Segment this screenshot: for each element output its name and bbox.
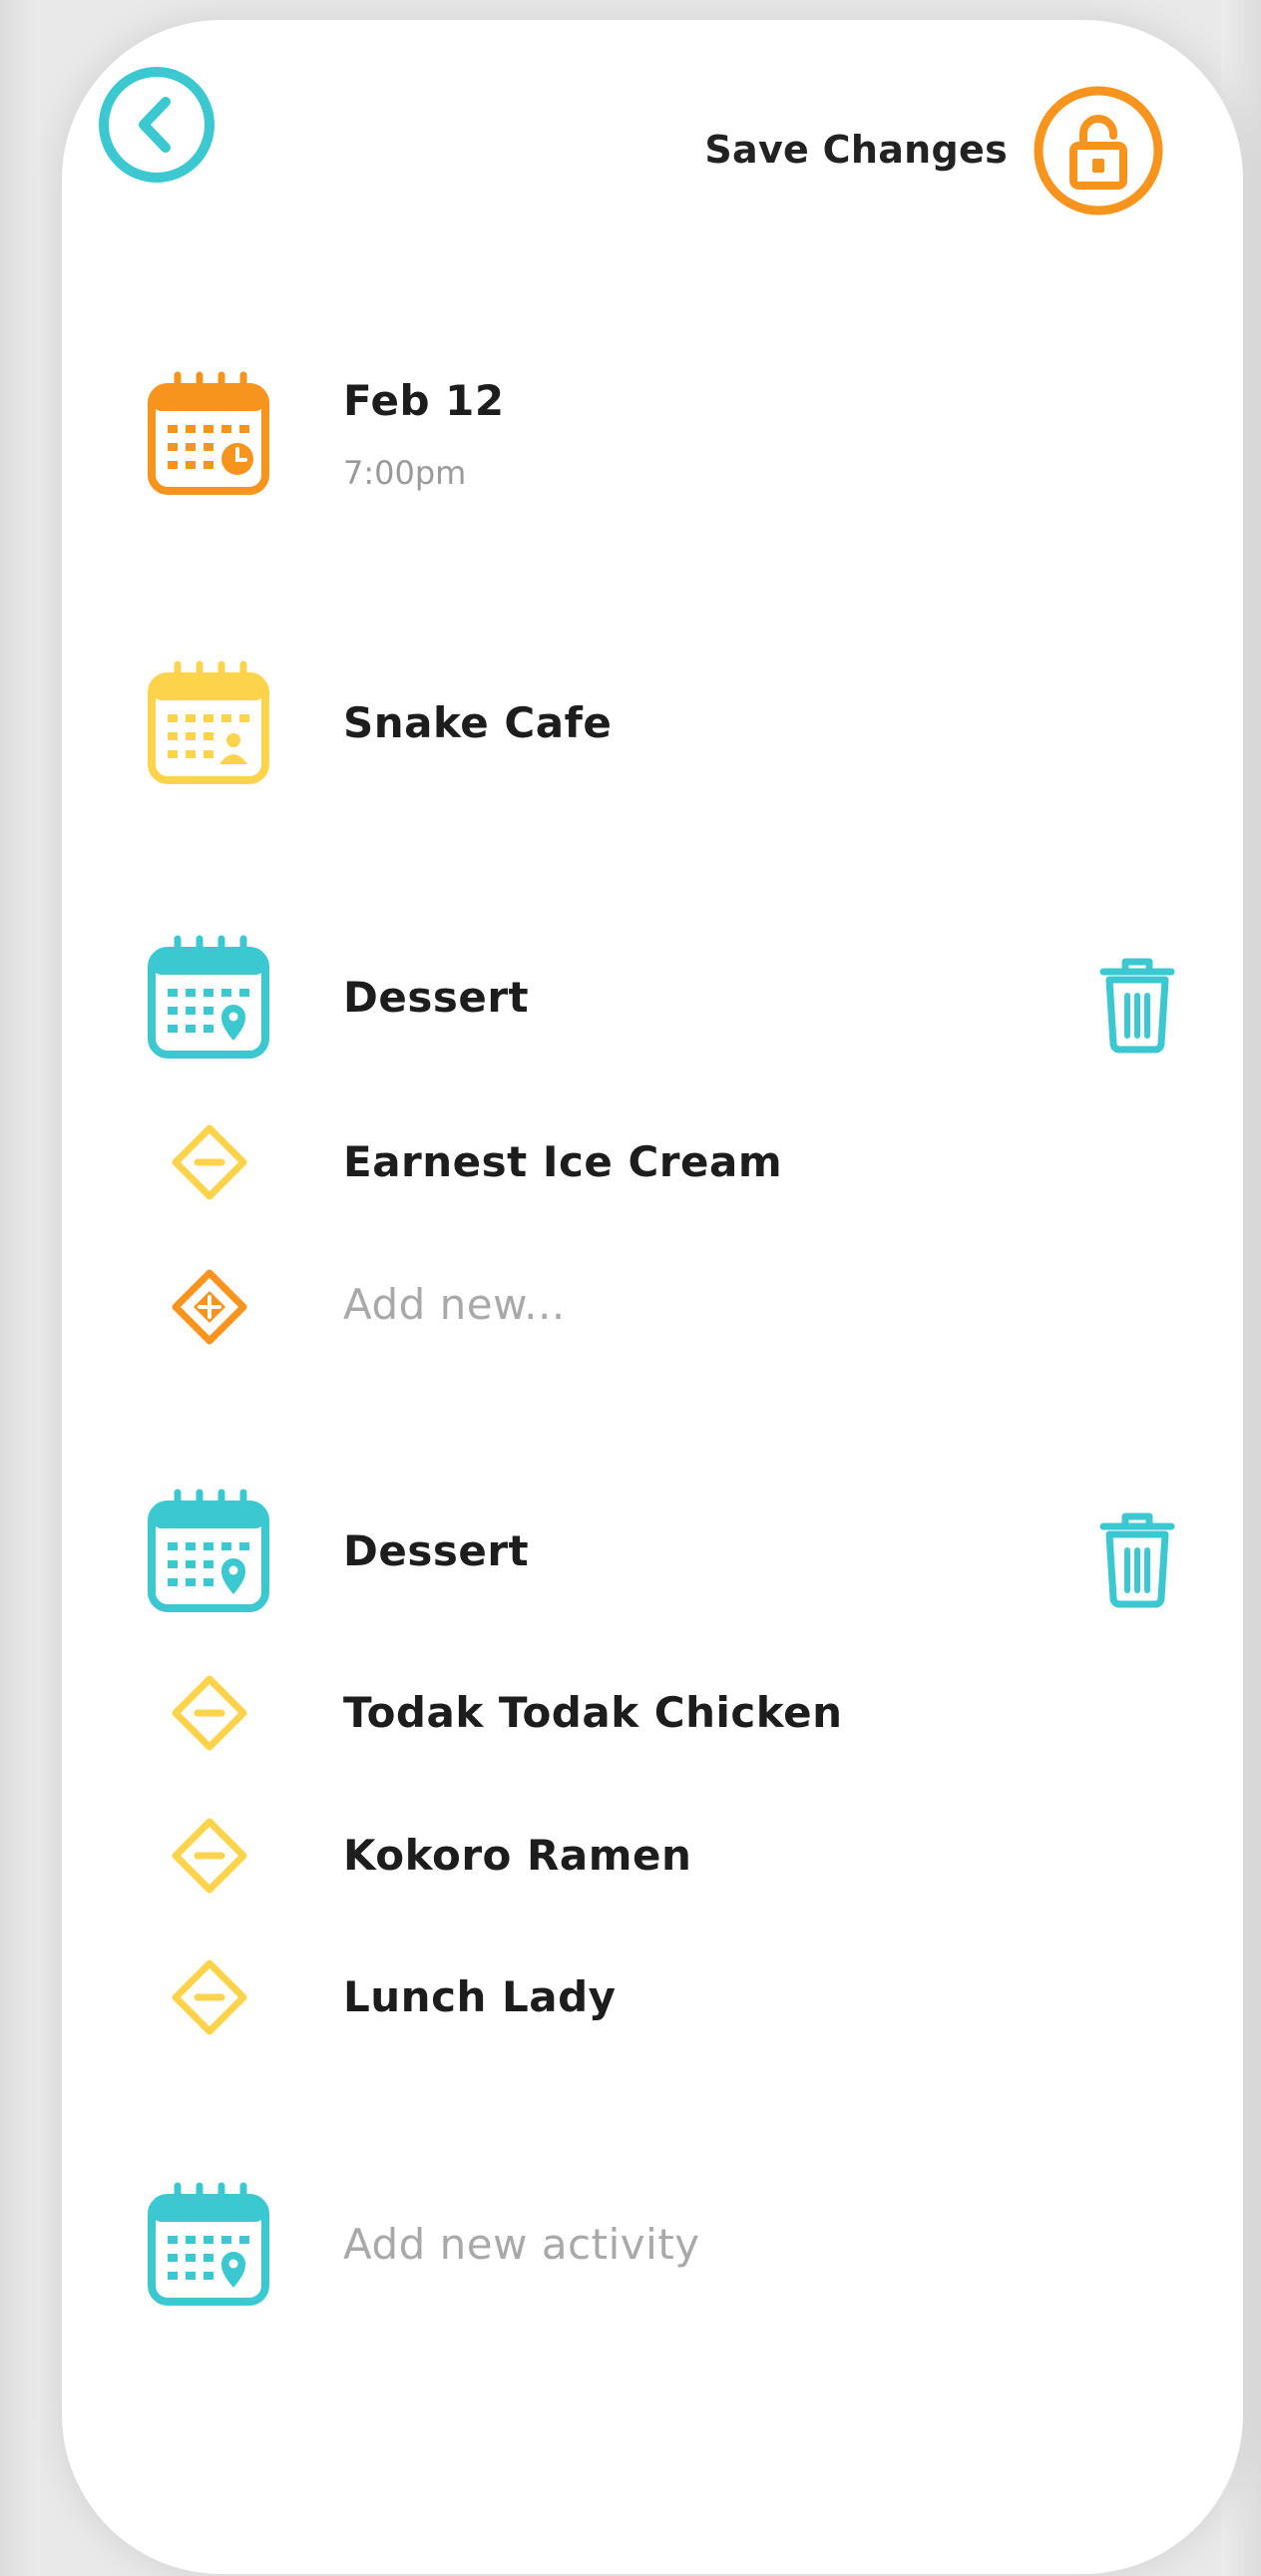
background-edge-left	[0, 0, 40, 2576]
calendar-person-icon	[144, 658, 273, 788]
calendar-location-icon[interactable]	[144, 2180, 273, 2310]
event-time[interactable]: 7:00pm	[343, 451, 466, 495]
calendar-location-icon	[144, 1487, 273, 1616]
list-item[interactable]: Lunch Lady	[343, 1967, 617, 2027]
venue-name[interactable]: Snake Cafe	[343, 693, 612, 753]
back-button[interactable]	[96, 64, 217, 186]
add-item-input[interactable]: Add new...	[343, 1275, 566, 1335]
save-changes-button[interactable]: Save Changes	[678, 120, 1008, 180]
calendar-location-icon	[144, 933, 273, 1063]
group-title[interactable]: Dessert	[343, 1521, 529, 1581]
list-item[interactable]: Earnest Ice Cream	[343, 1132, 782, 1192]
unlock-icon	[1034, 86, 1163, 215]
diamond-minus-icon[interactable]	[170, 1122, 249, 1202]
chevron-left-circle-icon	[99, 67, 214, 183]
add-new-activity-button[interactable]: Add new activity	[343, 2215, 700, 2275]
list-item[interactable]: Todak Todak Chicken	[343, 1683, 842, 1743]
list-item[interactable]: Kokoro Ramen	[343, 1826, 691, 1886]
calendar-clock-icon	[144, 369, 273, 499]
diamond-plus-icon[interactable]	[170, 1267, 249, 1347]
lock-button[interactable]	[1032, 84, 1165, 217]
trash-icon[interactable]	[1097, 950, 1177, 1054]
diamond-minus-icon[interactable]	[170, 1957, 249, 2037]
group-title[interactable]: Dessert	[343, 968, 529, 1028]
diamond-minus-icon[interactable]	[170, 1816, 249, 1896]
event-date[interactable]: Feb 12	[343, 371, 505, 431]
diamond-minus-icon[interactable]	[170, 1673, 249, 1753]
trash-icon[interactable]	[1097, 1504, 1177, 1608]
